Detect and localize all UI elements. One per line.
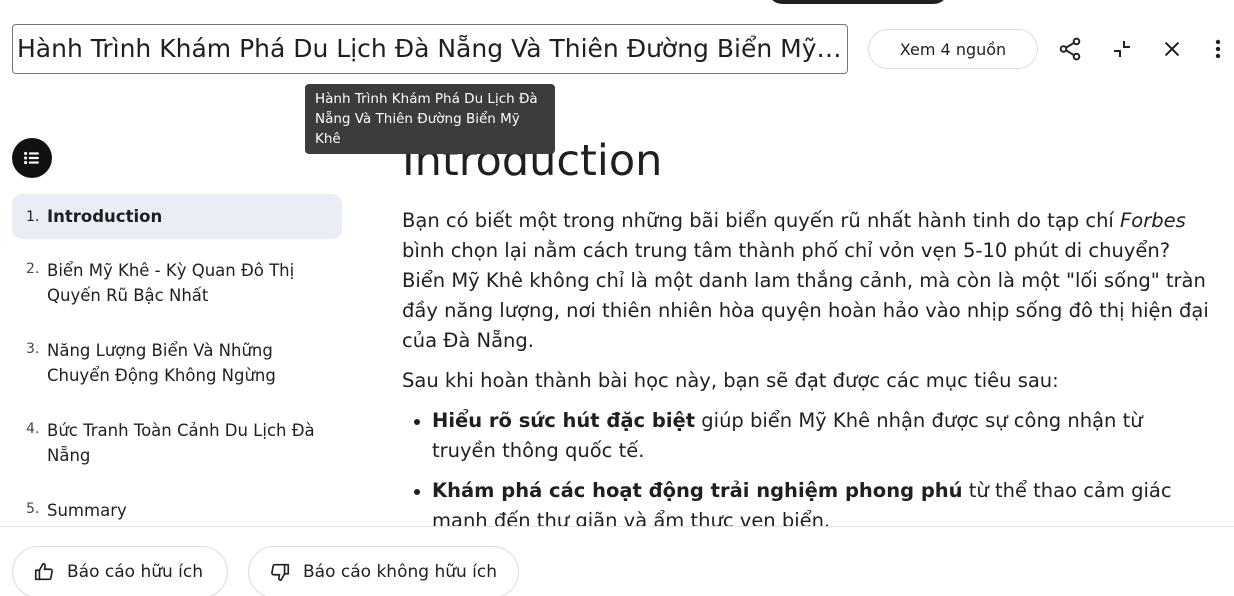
collapse-button[interactable] [1102, 29, 1142, 69]
list-item: Hiểu rõ sức hút đặc biệt giúp biển Mỹ Kh… [402, 406, 1212, 466]
toc-item-label: Bức Tranh Toàn Cảnh Du Lịch Đà Nẵng [47, 421, 315, 465]
toc-item-buc-tranh[interactable]: 4. Bức Tranh Toàn Cảnh Du Lịch Đà Nẵng [12, 418, 342, 468]
list-item-bold: Khám phá các hoạt động trải nghiệm phong… [432, 479, 963, 502]
objectives-intro: Sau khi hoàn thành bài học này, bạn sẽ đ… [402, 369, 1059, 392]
thumbs-down-icon [271, 563, 290, 582]
toc-item-number: 1. [26, 208, 40, 225]
intro-emphasis: Forbes [1120, 209, 1186, 232]
thumbs-up-icon [34, 562, 53, 581]
not-helpful-button[interactable]: Báo cáo không hữu ích [248, 546, 519, 596]
toc-item-introduction[interactable]: 1. Introduction [12, 194, 342, 239]
toc-item-label: Introduction [47, 207, 163, 226]
toc-item-label: Biển Mỹ Khê - Kỳ Quan Đô Thị Quyến Rũ Bậ… [47, 261, 295, 305]
intro-text-end: bình chọn lại nằm cách trung tâm thành p… [402, 239, 1209, 352]
list-item-bold: Hiểu rõ sức hút đặc biệt [432, 409, 696, 432]
objectives-list: Hiểu rõ sức hút đặc biệt giúp biển Mỹ Kh… [402, 406, 1212, 526]
close-icon [1164, 41, 1180, 57]
toc-item-summary[interactable]: 5. Summary [12, 498, 342, 523]
title-tooltip: Hành Trình Khám Phá Du Lịch Đà Nẵng Và T… [305, 84, 555, 154]
helpful-button[interactable]: Báo cáo hữu ích [12, 546, 228, 596]
toc-item-number: 2. [26, 261, 40, 277]
more-options-button[interactable] [1202, 29, 1234, 69]
more-vert-icon [1215, 39, 1221, 59]
top-notch [768, 0, 948, 4]
title-field[interactable]: Hành Trình Khám Phá Du Lịch Đà Nẵng Và T… [12, 24, 848, 74]
toc-item-nang-luong-bien[interactable]: 3. Năng Lượng Biển Và Những Chuyển Động … [12, 338, 342, 388]
toc-item-number: 5. [26, 501, 40, 517]
toc-item-my-khe[interactable]: 2. Biển Mỹ Khê - Kỳ Quan Đô Thị Quyến Rũ… [12, 258, 342, 308]
not-helpful-label: Báo cáo không hữu ích [303, 562, 498, 582]
intro-text-start: Bạn có biết một trong những bãi biển quy… [402, 209, 1121, 232]
list-icon [24, 151, 39, 165]
share-button[interactable] [1050, 29, 1090, 69]
share-icon [1059, 37, 1081, 61]
toc-item-label: Summary [47, 501, 127, 520]
view-sources-button[interactable]: Xem 4 nguồn [868, 29, 1038, 69]
helpful-label: Báo cáo hữu ích [67, 562, 204, 582]
toc-item-number: 4. [26, 421, 40, 437]
footer-divider [0, 526, 1234, 527]
toc-item-label: Năng Lượng Biển Và Những Chuyển Động Khô… [47, 341, 276, 385]
toc-item-number: 3. [26, 341, 40, 357]
table-of-contents-button[interactable] [12, 138, 52, 178]
article-content: Introduction Bạn có biết một trong những… [402, 130, 1212, 526]
table-of-contents: 1. Introduction 2. Biển Mỹ Khê - Kỳ Quan… [12, 194, 342, 526]
intro-paragraph: Bạn có biết một trong những bãi biển quy… [402, 206, 1212, 356]
list-item: Khám phá các hoạt động trải nghiệm phong… [402, 476, 1212, 526]
collapse-icon [1114, 41, 1130, 57]
close-button[interactable] [1152, 29, 1192, 69]
